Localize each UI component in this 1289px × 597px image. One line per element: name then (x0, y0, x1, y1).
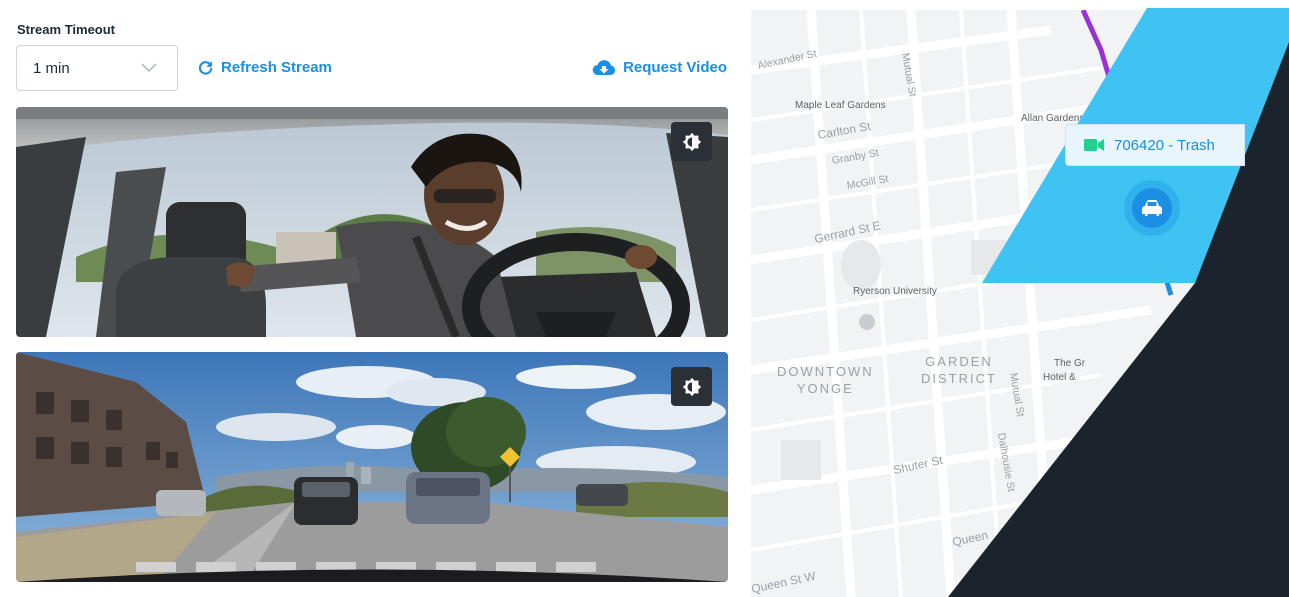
road-brightness-button[interactable] (671, 367, 712, 406)
video-camera-icon (1084, 139, 1104, 151)
poi-label: The Gr (1054, 358, 1086, 369)
brightness-icon (682, 377, 701, 396)
vehicle-marker-core (1132, 188, 1172, 228)
refresh-stream-label: Refresh Stream (221, 59, 332, 76)
road-camera-frame (16, 352, 728, 582)
request-video-button[interactable]: Request Video (592, 59, 727, 76)
request-video-label: Request Video (623, 59, 727, 76)
stream-timeout-value: 1 min (33, 60, 70, 77)
stream-timeout-label: Stream Timeout (17, 22, 116, 37)
car-icon (1142, 200, 1162, 216)
stream-timeout-select[interactable]: 1 min (16, 45, 178, 91)
district-label: GARDEN DISTRICT (921, 354, 997, 386)
brightness-icon (682, 132, 701, 151)
poi-label: Allan Gardens (1021, 113, 1085, 124)
vehicle-map[interactable]: Alexander St Mutual St Maple Leaf Garden… (751, 10, 1289, 597)
vehicle-marker[interactable] (1124, 180, 1180, 236)
video-panel: Stream Timeout 1 min Refresh Stream Requ… (0, 0, 745, 597)
driver-camera-frame (16, 107, 728, 337)
district-label: DOWNTOWN YONGE (777, 364, 874, 396)
driver-camera-video[interactable] (16, 107, 728, 337)
chevron-down-icon (141, 63, 157, 73)
cloud-download-icon (592, 60, 616, 76)
refresh-stream-button[interactable]: Refresh Stream (197, 59, 332, 76)
vehicle-label-tag[interactable]: 706420 - Trash (1065, 124, 1245, 166)
poi-label: Ryerson University (853, 286, 937, 297)
refresh-icon (198, 61, 213, 75)
driver-brightness-button[interactable] (671, 122, 712, 161)
road-camera-video[interactable] (16, 352, 728, 582)
vehicle-label: 706420 - Trash (1114, 136, 1215, 154)
poi-label: Hotel & (1043, 372, 1076, 383)
poi-label: Maple Leaf Gardens (795, 100, 886, 111)
